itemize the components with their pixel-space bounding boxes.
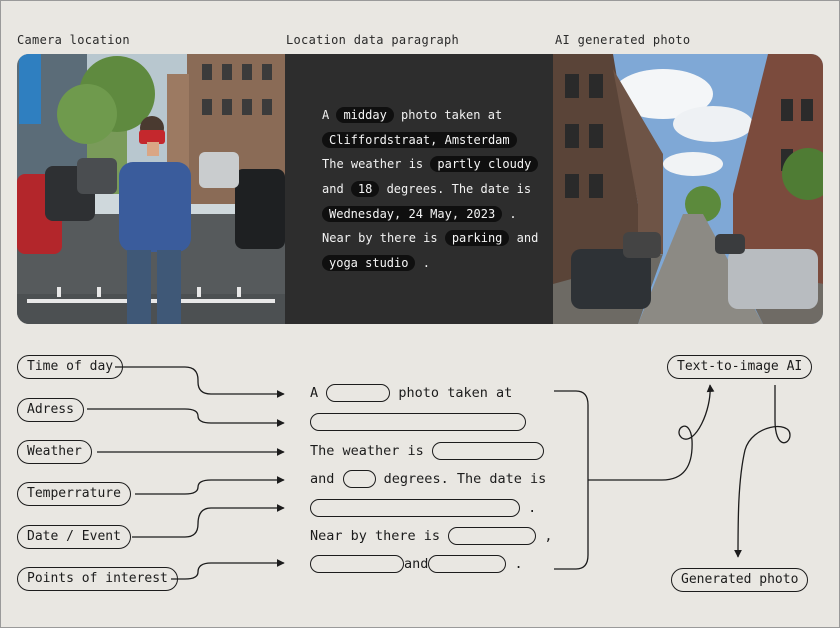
connector-lines	[87, 366, 791, 580]
arrow-to-ai	[588, 384, 715, 481]
arrow-temperature	[135, 476, 285, 495]
arrow-date-event	[132, 504, 285, 538]
arrow-time-of-day	[115, 366, 285, 398]
arrow-address	[87, 408, 285, 427]
arrow-poi	[171, 559, 285, 580]
arrow-to-generated-photo	[734, 385, 791, 558]
bracket-to-ai	[554, 390, 589, 570]
